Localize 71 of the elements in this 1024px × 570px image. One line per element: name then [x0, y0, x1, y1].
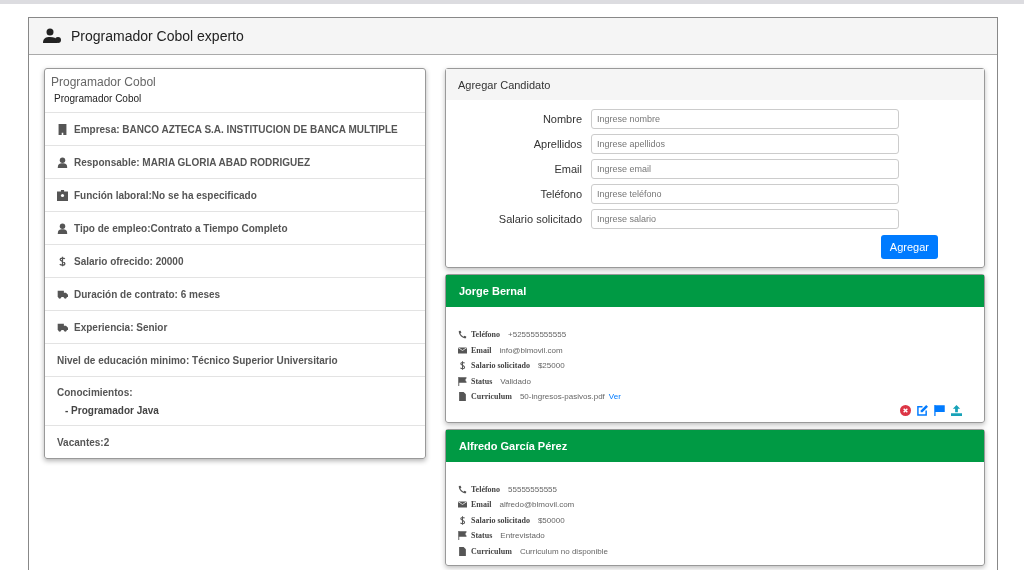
job-title: Programador Cobol [51, 75, 157, 89]
field-label: Teléfono [471, 330, 501, 340]
knowledge-title: Conocimientos: [57, 386, 133, 398]
vacancies-text: Vacantes:2 [57, 436, 110, 448]
field-label: Email [471, 345, 492, 355]
field-label: Salario solicitado [471, 515, 530, 525]
flag-icon [458, 531, 467, 541]
job-detail: Tipo de empleo:Contrato a Tiempo Completo [74, 222, 288, 234]
truck-icon [57, 288, 68, 300]
job-detail: Responsable: MARIA GLORIA ABAD RODRIGUEZ [74, 156, 311, 168]
field-value: Validado [500, 376, 531, 386]
add-button[interactable]: Agregar [880, 235, 938, 259]
phone-icon [458, 330, 467, 340]
upload-icon[interactable] [951, 404, 962, 416]
knowledge-item: - Programador Java [65, 404, 159, 416]
field-label: Salario solicitado [471, 361, 530, 371]
field-value: $25000 [537, 361, 565, 371]
field-label: Teléfono [471, 484, 501, 494]
delete-icon[interactable] [900, 404, 911, 416]
id-badge-icon [57, 189, 68, 201]
input-field[interactable]: Ingrese salario [591, 209, 899, 229]
dollar-icon [458, 361, 467, 371]
field-label: Teléfono [539, 188, 583, 200]
job-detail: Experiencia: Senior [74, 321, 168, 333]
field-label: Curriculum [471, 392, 512, 402]
envelope-icon [458, 345, 467, 355]
input-field[interactable]: Ingrese email [591, 159, 899, 179]
candidate-name: Alfredo García Pérez [459, 439, 568, 452]
field-label: Curriculum [471, 546, 512, 556]
field-value: alfredo@blmovil.com [499, 500, 575, 510]
user-icon [57, 156, 68, 168]
field-label: Status [471, 376, 493, 386]
page-title: Programador Cobol experto [71, 28, 244, 44]
edit-icon[interactable] [917, 404, 928, 416]
field-label: Nombre [541, 113, 583, 125]
job-detail: Nivel de educación minimo: Técnico Superior Universitario [57, 354, 338, 366]
job-detail: Salario ofrecido: 20000 [74, 255, 184, 267]
field-label: Email [471, 500, 492, 510]
field-value: info@blmovil.com [499, 345, 563, 355]
field-value: 50-ingresos-pasivos.pdf [519, 392, 605, 402]
dollar-icon [458, 515, 467, 525]
field-label: Salario solicitado [497, 213, 583, 225]
job-subtitle: Programador Cobol [54, 93, 143, 104]
field-value: +525555555555 [508, 330, 567, 340]
user-icon [57, 222, 68, 234]
input-field[interactable]: Ingrese nombre [591, 109, 899, 129]
field-label: Status [471, 531, 493, 541]
job-detail: Empresa: BANCO AZTECA S.A. INSTITUCION DE BANCA MULTIPLE [74, 123, 398, 135]
field-value: Curriculum no disponible [519, 546, 608, 556]
flag-icon[interactable] [934, 404, 945, 416]
form-title: Agregar Candidato [458, 78, 551, 91]
view-link[interactable]: Ver [608, 392, 621, 402]
input-field[interactable]: Ingrese apellidos [591, 134, 899, 154]
dollar-icon [57, 255, 68, 267]
file-icon [458, 546, 467, 556]
field-value: 55555555555 [508, 484, 557, 494]
field-value: Entrevistado [500, 531, 545, 541]
file-icon [458, 392, 467, 402]
job-detail: Función laboral:No se ha especificado [74, 189, 257, 201]
job-detail: Duración de contrato: 6 meses [74, 288, 221, 300]
field-label: Email [553, 163, 583, 175]
field-label: Aprellidos [532, 138, 583, 150]
envelope-icon [458, 500, 467, 510]
phone-icon [458, 484, 467, 494]
candidate-name: Jorge Bernal [459, 285, 527, 297]
building-icon [57, 123, 68, 135]
field-value: $50000 [537, 515, 565, 525]
truck-icon [57, 321, 68, 333]
users-icon [43, 28, 63, 44]
input-field[interactable]: Ingrese teléfono [591, 184, 899, 204]
flag-icon [458, 376, 467, 386]
